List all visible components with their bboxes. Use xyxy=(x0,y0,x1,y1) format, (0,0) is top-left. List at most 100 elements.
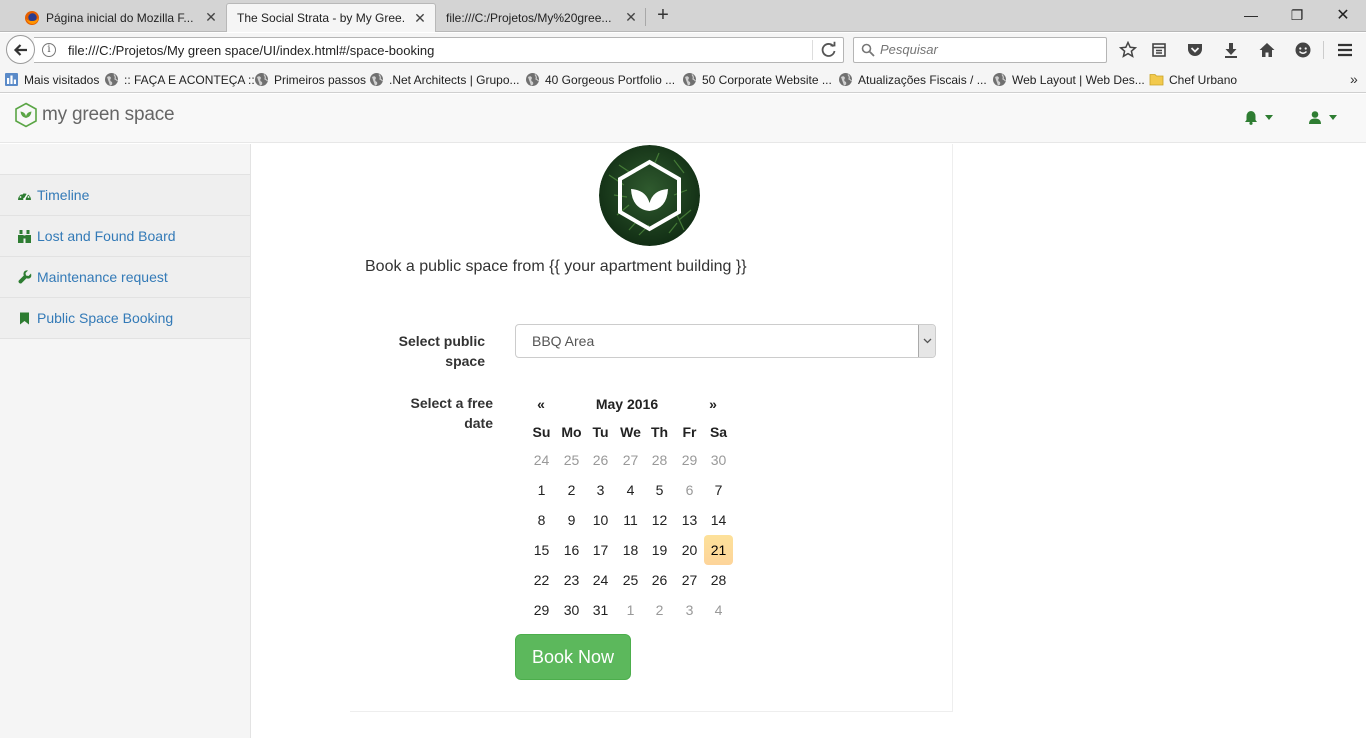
chevron-down-icon[interactable] xyxy=(918,325,935,357)
tab-close-icon[interactable]: ✕ xyxy=(413,10,427,27)
calendar-day[interactable]: 27 xyxy=(616,445,645,475)
calendar-day[interactable]: 6 xyxy=(675,475,704,505)
url-bar[interactable]: i file:///C:/Projetos/My green space/UI/… xyxy=(34,37,844,63)
bookmark-label: :: FAÇA E ACONTEÇA :: xyxy=(124,72,255,87)
calendar-day[interactable]: 30 xyxy=(557,595,586,625)
bookmark-label: .Net Architects | Grupo... xyxy=(389,72,520,87)
brand-hexagon-icon xyxy=(15,102,37,128)
calendar-day[interactable]: 17 xyxy=(586,535,615,565)
calendar-day[interactable]: 26 xyxy=(586,445,615,475)
calendar-day[interactable]: 28 xyxy=(704,565,733,595)
page-info-icon[interactable]: i xyxy=(42,43,56,57)
bookmark-item[interactable]: 40 Gorgeous Portfolio ... xyxy=(525,72,675,87)
chevron-down-icon xyxy=(1329,114,1337,120)
bookmark-item[interactable]: Primeiros passos xyxy=(254,72,366,87)
sidebar-item-maintenance[interactable]: Maintenance request xyxy=(0,257,250,298)
calendar-day[interactable]: 24 xyxy=(586,565,615,595)
calendar-day[interactable]: 5 xyxy=(645,475,674,505)
bookmark-item[interactable]: :: FAÇA E ACONTEÇA :: xyxy=(104,72,255,87)
calendar-day[interactable]: 18 xyxy=(616,535,645,565)
tab-file-projetos[interactable]: file:///C:/Projetos/My%20gree... ✕ xyxy=(436,3,646,32)
calendar-day[interactable]: 11 xyxy=(616,505,645,535)
tab-social-strata[interactable]: The Social Strata - by My Gree... ✕ xyxy=(226,3,436,32)
bookmark-star-icon[interactable] xyxy=(1118,40,1138,60)
calendar-day[interactable]: 22 xyxy=(527,565,556,595)
pocket-icon[interactable] xyxy=(1185,40,1205,60)
bookmark-item[interactable]: Web Layout | Web Des... xyxy=(992,72,1145,87)
browser-nav-bar: i file:///C:/Projetos/My green space/UI/… xyxy=(0,33,1366,67)
menu-icon[interactable] xyxy=(1335,40,1355,60)
globe-icon xyxy=(993,73,1007,86)
calendar-day-today[interactable]: 21 xyxy=(704,535,733,565)
calendar-day[interactable]: 23 xyxy=(557,565,586,595)
calendar-day[interactable]: 8 xyxy=(527,505,556,535)
calendar-day[interactable]: 3 xyxy=(675,595,704,625)
calendar-day[interactable]: 13 xyxy=(675,505,704,535)
sidebar-item-timeline[interactable]: Timeline xyxy=(0,175,250,216)
calendar-day[interactable]: 7 xyxy=(704,475,733,505)
calendar-day[interactable]: 12 xyxy=(645,505,674,535)
calendar-day[interactable]: 26 xyxy=(645,565,674,595)
reload-icon[interactable] xyxy=(820,41,838,59)
prev-month-button[interactable]: « xyxy=(527,392,555,416)
calendar-day[interactable]: 29 xyxy=(527,595,556,625)
hello-chat-icon[interactable] xyxy=(1293,40,1313,60)
book-now-button[interactable]: Book Now xyxy=(515,634,631,680)
calendar-day[interactable]: 1 xyxy=(527,475,556,505)
calendar-day[interactable]: 31 xyxy=(586,595,615,625)
bookmarks-overflow-button[interactable]: » xyxy=(1350,71,1358,87)
tab-close-icon[interactable]: ✕ xyxy=(204,9,218,26)
home-icon[interactable] xyxy=(1257,40,1277,60)
new-tab-button[interactable]: + xyxy=(650,4,676,28)
next-month-button[interactable]: » xyxy=(699,392,727,416)
back-button[interactable] xyxy=(6,35,35,64)
calendar-day[interactable]: 2 xyxy=(645,595,674,625)
bookmark-item[interactable]: Mais visitados xyxy=(4,72,99,87)
sidebar-item-lost-and-found[interactable]: Lost and Found Board xyxy=(0,216,250,257)
minimize-button[interactable]: — xyxy=(1228,0,1274,30)
brand-link[interactable]: my green space xyxy=(14,102,175,128)
calendar-day[interactable]: 16 xyxy=(557,535,586,565)
bookmark-item[interactable]: .Net Architects | Grupo... xyxy=(369,72,520,87)
calendar-day[interactable]: 20 xyxy=(675,535,704,565)
calendar-day[interactable]: 3 xyxy=(586,475,615,505)
wrench-icon xyxy=(17,270,32,285)
url-text[interactable]: file:///C:/Projetos/My green space/UI/in… xyxy=(68,43,434,58)
globe-icon xyxy=(255,73,269,86)
calendar-day[interactable]: 25 xyxy=(557,445,586,475)
bookmark-item[interactable]: Atualizações Fiscais / ... xyxy=(838,72,987,87)
sidebar-item-public-space-booking[interactable]: Public Space Booking xyxy=(0,298,250,339)
bookmark-item[interactable]: 50 Corporate Website ... xyxy=(682,72,832,87)
calendar-day[interactable]: 19 xyxy=(645,535,674,565)
folder-icon xyxy=(1149,74,1164,86)
search-input[interactable] xyxy=(880,42,1100,57)
tab-mozilla-home[interactable]: Página inicial do Mozilla F... ✕ xyxy=(14,3,226,32)
reading-list-icon[interactable] xyxy=(1149,40,1169,60)
bookmark-folder[interactable]: Chef Urbano xyxy=(1149,72,1237,87)
calendar-day[interactable]: 27 xyxy=(675,565,704,595)
calendar-day[interactable]: 28 xyxy=(645,445,674,475)
tab-close-icon[interactable]: ✕ xyxy=(624,9,638,26)
calendar-day[interactable]: 1 xyxy=(616,595,645,625)
user-dropdown[interactable] xyxy=(1308,110,1337,124)
restore-button[interactable]: ❐ xyxy=(1274,0,1320,30)
notifications-dropdown[interactable] xyxy=(1244,110,1273,125)
calendar-day[interactable]: 14 xyxy=(704,505,733,535)
toolbar-separator xyxy=(1323,41,1324,59)
public-space-select[interactable]: BBQ Area xyxy=(515,324,936,358)
calendar-day[interactable]: 25 xyxy=(616,565,645,595)
close-window-button[interactable]: ✕ xyxy=(1320,0,1366,30)
calendar-day[interactable]: 15 xyxy=(527,535,556,565)
month-title[interactable]: May 2016 xyxy=(563,392,691,416)
search-bar[interactable] xyxy=(853,37,1107,63)
calendar-day[interactable]: 30 xyxy=(704,445,733,475)
calendar-day[interactable]: 24 xyxy=(527,445,556,475)
calendar-day[interactable]: 29 xyxy=(675,445,704,475)
calendar-day[interactable]: 4 xyxy=(616,475,645,505)
calendar-day[interactable]: 2 xyxy=(557,475,586,505)
download-icon[interactable] xyxy=(1221,40,1241,60)
calendar-day[interactable]: 4 xyxy=(704,595,733,625)
calendar-day[interactable]: 10 xyxy=(586,505,615,535)
url-separator xyxy=(812,40,813,60)
calendar-day[interactable]: 9 xyxy=(557,505,586,535)
